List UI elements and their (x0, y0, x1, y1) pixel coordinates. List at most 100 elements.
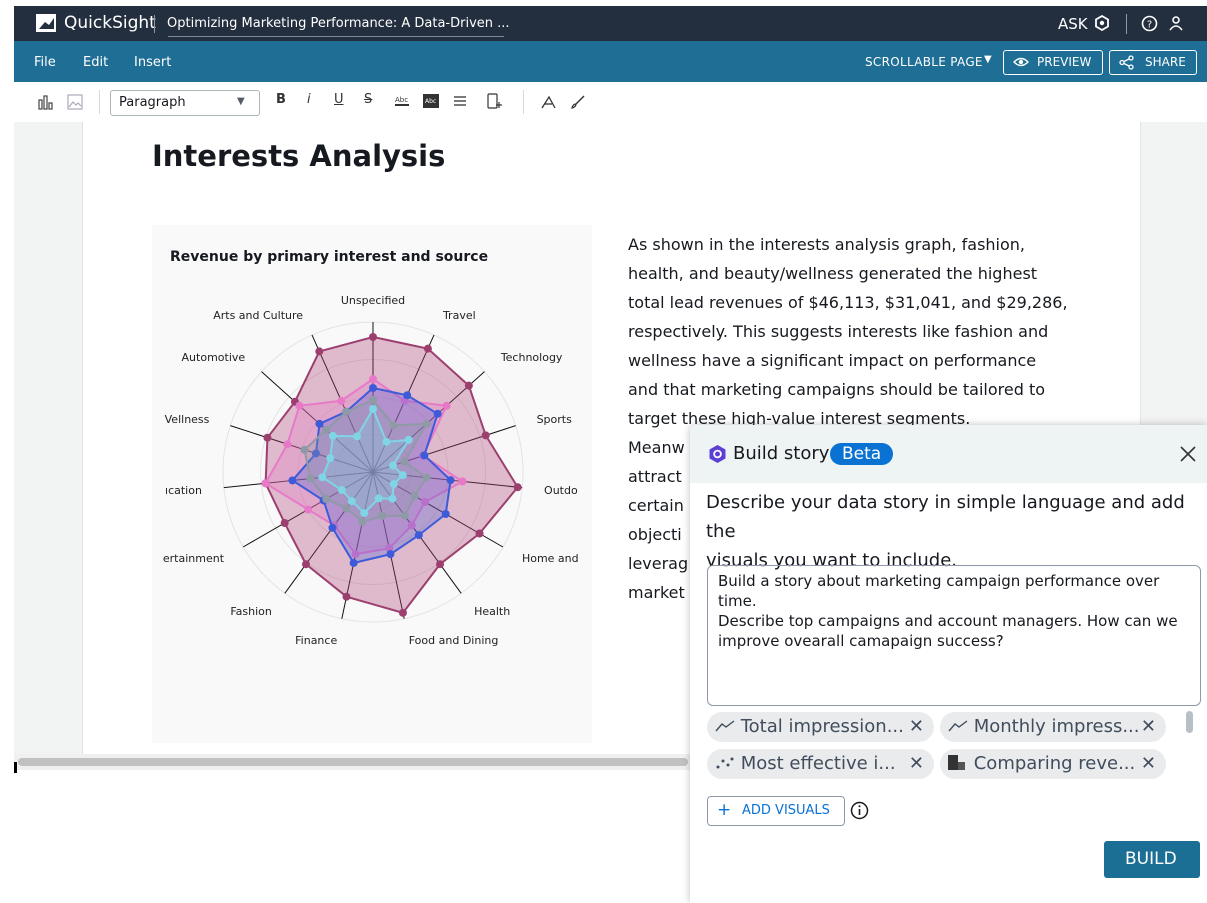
radar-point (436, 560, 445, 569)
story-prompt-textarea[interactable]: Build a story about marketing campaign p… (707, 565, 1201, 706)
radar-point (446, 476, 455, 485)
divider (154, 15, 155, 33)
menu-insert[interactable]: Insert (134, 55, 171, 70)
menu-edit[interactable]: Edit (83, 55, 108, 70)
image-icon[interactable] (67, 94, 83, 110)
remove-chip-icon[interactable]: ✕ (909, 749, 924, 779)
bold-button[interactable]: B (276, 92, 286, 107)
divider (1126, 14, 1127, 34)
radar-category-label: Food and Dining (409, 634, 499, 647)
radar-point (326, 454, 335, 463)
radar-category-label: Outdo (544, 484, 578, 497)
menu-file[interactable]: File (34, 55, 56, 70)
visual-chip[interactable]: Comparing reve... ✕ (940, 749, 1166, 779)
radar-point (400, 511, 409, 520)
scroll-mode-select[interactable]: SCROLLABLE PAGE (865, 55, 983, 69)
radar-category-label: Sports (537, 413, 573, 426)
theme-icon[interactable] (540, 94, 557, 110)
remove-chip-icon[interactable]: ✕ (1141, 749, 1156, 779)
page-gutter-left (14, 122, 83, 762)
title-underline (168, 36, 504, 37)
chip-label: Total impression... (740, 716, 904, 737)
radar-chart-visual[interactable]: Revenue by primary interest and source U… (152, 225, 592, 743)
radar-point (388, 494, 397, 503)
paragraph-style-select[interactable]: Paragraph ▼ (110, 90, 260, 116)
user-icon[interactable] (1168, 15, 1184, 31)
radar-point (481, 431, 490, 440)
add-visuals-button[interactable]: + ADD VISUALS (707, 796, 845, 826)
caret-down-icon[interactable]: ▼ (984, 54, 992, 65)
radar-category-label: ertainment (163, 552, 225, 565)
radar-point (389, 421, 398, 430)
visual-chip[interactable]: Total impression... ✕ (707, 712, 934, 742)
radar-point (304, 505, 313, 514)
scatter-icon (716, 757, 734, 769)
remove-chip-icon[interactable]: ✕ (909, 712, 924, 742)
scrollbar-thumb[interactable] (18, 758, 688, 766)
line-chart-icon (948, 720, 968, 732)
heatmap-icon (948, 755, 965, 770)
section-heading[interactable]: Interests Analysis (152, 139, 445, 173)
share-button[interactable]: SHARE (1109, 50, 1197, 75)
remove-chip-icon[interactable]: ✕ (1141, 712, 1156, 742)
paragraph-line: and that marketing campaigns should be t… (628, 380, 1045, 399)
description-line: Describe your data story in simple langu… (706, 492, 1185, 542)
radar-category-label: Automotive (182, 351, 246, 364)
chips-scrollbar[interactable] (1186, 711, 1193, 733)
radar-point (378, 512, 387, 521)
radar-point (369, 405, 377, 413)
menu-bar: File Edit Insert SCROLLABLE PAGE ▼ PREVI… (14, 41, 1207, 82)
radar-point (347, 497, 356, 506)
radar-point (318, 473, 327, 482)
radar-chart: Unspecified Travel Technology Sports Outdo Ho… (163, 294, 579, 647)
ask-q-icon[interactable] (1094, 15, 1110, 31)
chip-label: Comparing reve... (973, 753, 1136, 774)
visual-chip[interactable]: Monthly impress... ✕ (940, 712, 1166, 742)
radar-point (306, 474, 315, 483)
align-icon[interactable] (453, 95, 467, 107)
horizontal-scrollbar[interactable] (14, 754, 694, 770)
underline-button[interactable]: U (334, 92, 344, 107)
ask-button[interactable]: ASK (1058, 15, 1088, 33)
radar-category-label: ıcation (165, 484, 202, 497)
radar-point (301, 560, 310, 569)
visual-chip[interactable]: Most effective i... ✕ (707, 749, 934, 779)
paintbrush-icon[interactable] (570, 94, 586, 110)
paragraph-style-value: Paragraph (119, 95, 186, 110)
beta-badge: Beta (830, 443, 894, 465)
radar-point (513, 483, 522, 492)
radar-category-label: Fashion (230, 605, 272, 618)
radar-point (458, 477, 467, 486)
app-name[interactable]: QuickSight (64, 13, 156, 33)
build-story-dialog: Build story Beta Describe your data stor… (690, 425, 1207, 903)
insert-block-icon[interactable] (487, 93, 503, 110)
eye-icon (1013, 57, 1029, 67)
preview-button[interactable]: PREVIEW (1003, 50, 1103, 75)
text-color-icon[interactable]: Abc (394, 94, 410, 108)
build-button[interactable]: BUILD (1104, 841, 1200, 878)
radar-point (423, 344, 432, 353)
paragraph-line: As shown in the interests analysis graph… (628, 235, 1026, 254)
highlight-icon[interactable]: Abc (423, 94, 439, 108)
visual-icon[interactable] (38, 94, 54, 110)
radar-point (328, 523, 337, 532)
paragraph-line: respectively. This suggests interests li… (628, 322, 1049, 341)
strikethrough-button[interactable]: S (364, 92, 372, 107)
radar-category-label: Finance (295, 634, 337, 647)
info-icon[interactable] (850, 801, 869, 820)
close-icon[interactable] (1180, 446, 1196, 462)
text-cursor (14, 762, 17, 773)
radar-point (422, 473, 431, 482)
build-label: BUILD (1125, 849, 1177, 869)
radar-point (288, 476, 297, 485)
help-icon[interactable]: ? (1141, 15, 1158, 32)
prompt-line: improve ovearall camapaign success? (718, 632, 1004, 650)
radar-point (475, 529, 484, 538)
italic-button[interactable]: i (307, 92, 311, 107)
document-title[interactable]: Optimizing Marketing Performance: A Data… (167, 16, 510, 31)
radar-point (369, 384, 377, 392)
radar-point (374, 494, 383, 503)
radar-point (315, 419, 324, 428)
radar-point (400, 457, 409, 466)
divider (523, 90, 524, 114)
